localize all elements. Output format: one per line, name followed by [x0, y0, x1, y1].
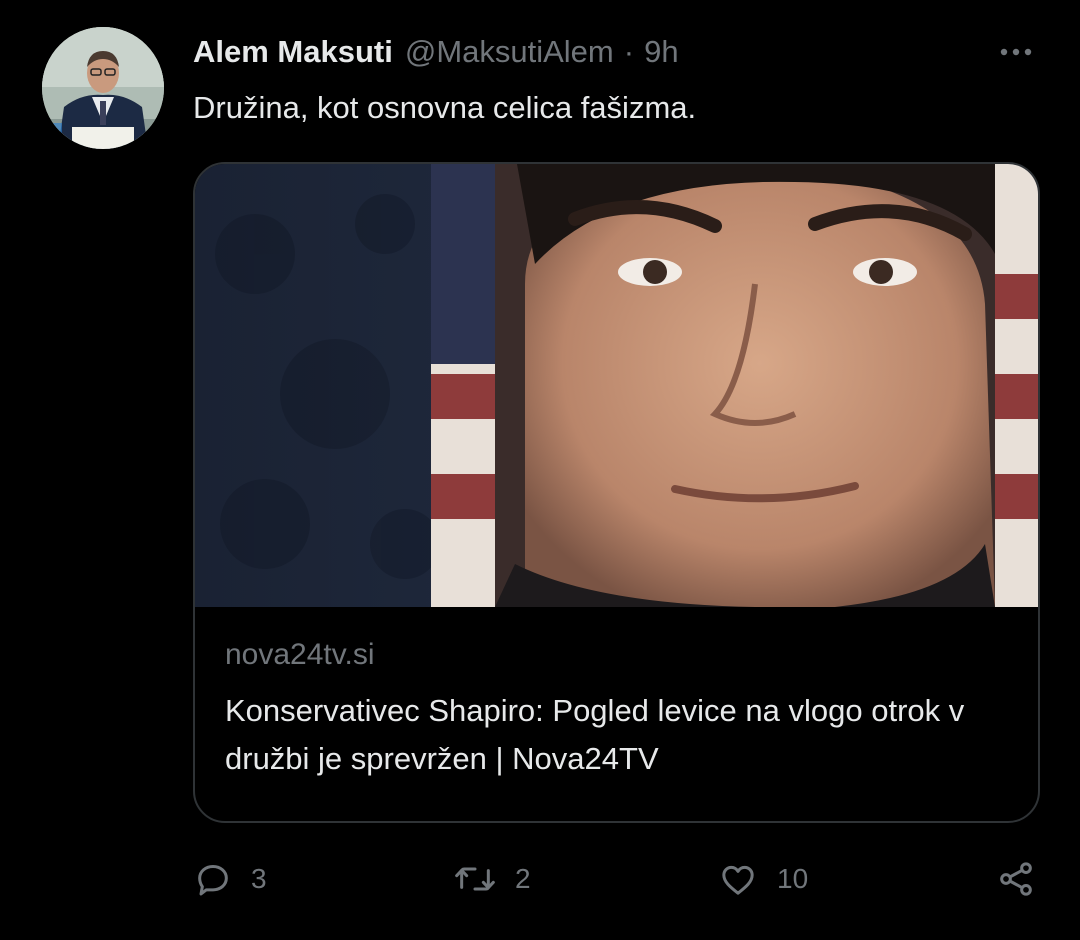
- author-name[interactable]: Alem Maksuti: [193, 34, 393, 70]
- more-options-button[interactable]: [996, 38, 1036, 66]
- card-title: Konservativec Shapiro: Pogled levice na …: [225, 693, 965, 776]
- author-handle[interactable]: @MaksutiAlem: [405, 34, 614, 70]
- tweet-header: Alem Maksuti @MaksutiAlem · 9h: [193, 30, 679, 74]
- share-nodes-icon: [995, 859, 1037, 899]
- tweet-text: Družina, kot osnovna celica fašizma.: [193, 90, 697, 125]
- timestamp[interactable]: 9h: [644, 34, 678, 70]
- reply-button[interactable]: 3: [193, 852, 267, 906]
- retweet-count: 2: [515, 863, 531, 894]
- heart-icon: [717, 859, 759, 899]
- card-image: [195, 164, 1038, 607]
- like-count: 10: [777, 863, 809, 894]
- more-horizontal-icon: [996, 48, 1036, 70]
- link-card[interactable]: nova24tv.si Konservativec Shapiro: Pogle…: [193, 162, 1040, 823]
- comment-bubble-icon: [193, 859, 233, 899]
- reply-count: 3: [251, 863, 267, 894]
- tweet-actions: 3 2 10: [193, 852, 1043, 906]
- tweet[interactable]: Alem Maksuti @MaksutiAlem · 9h Družina, …: [0, 0, 1080, 940]
- retweet-arrows-icon: [453, 859, 497, 899]
- like-button[interactable]: 10: [717, 852, 808, 906]
- retweet-button[interactable]: 2: [453, 852, 531, 906]
- share-button[interactable]: [995, 852, 1037, 906]
- separator-dot: ·: [623, 34, 635, 69]
- card-domain: nova24tv.si: [225, 638, 375, 671]
- avatar[interactable]: [42, 27, 164, 149]
